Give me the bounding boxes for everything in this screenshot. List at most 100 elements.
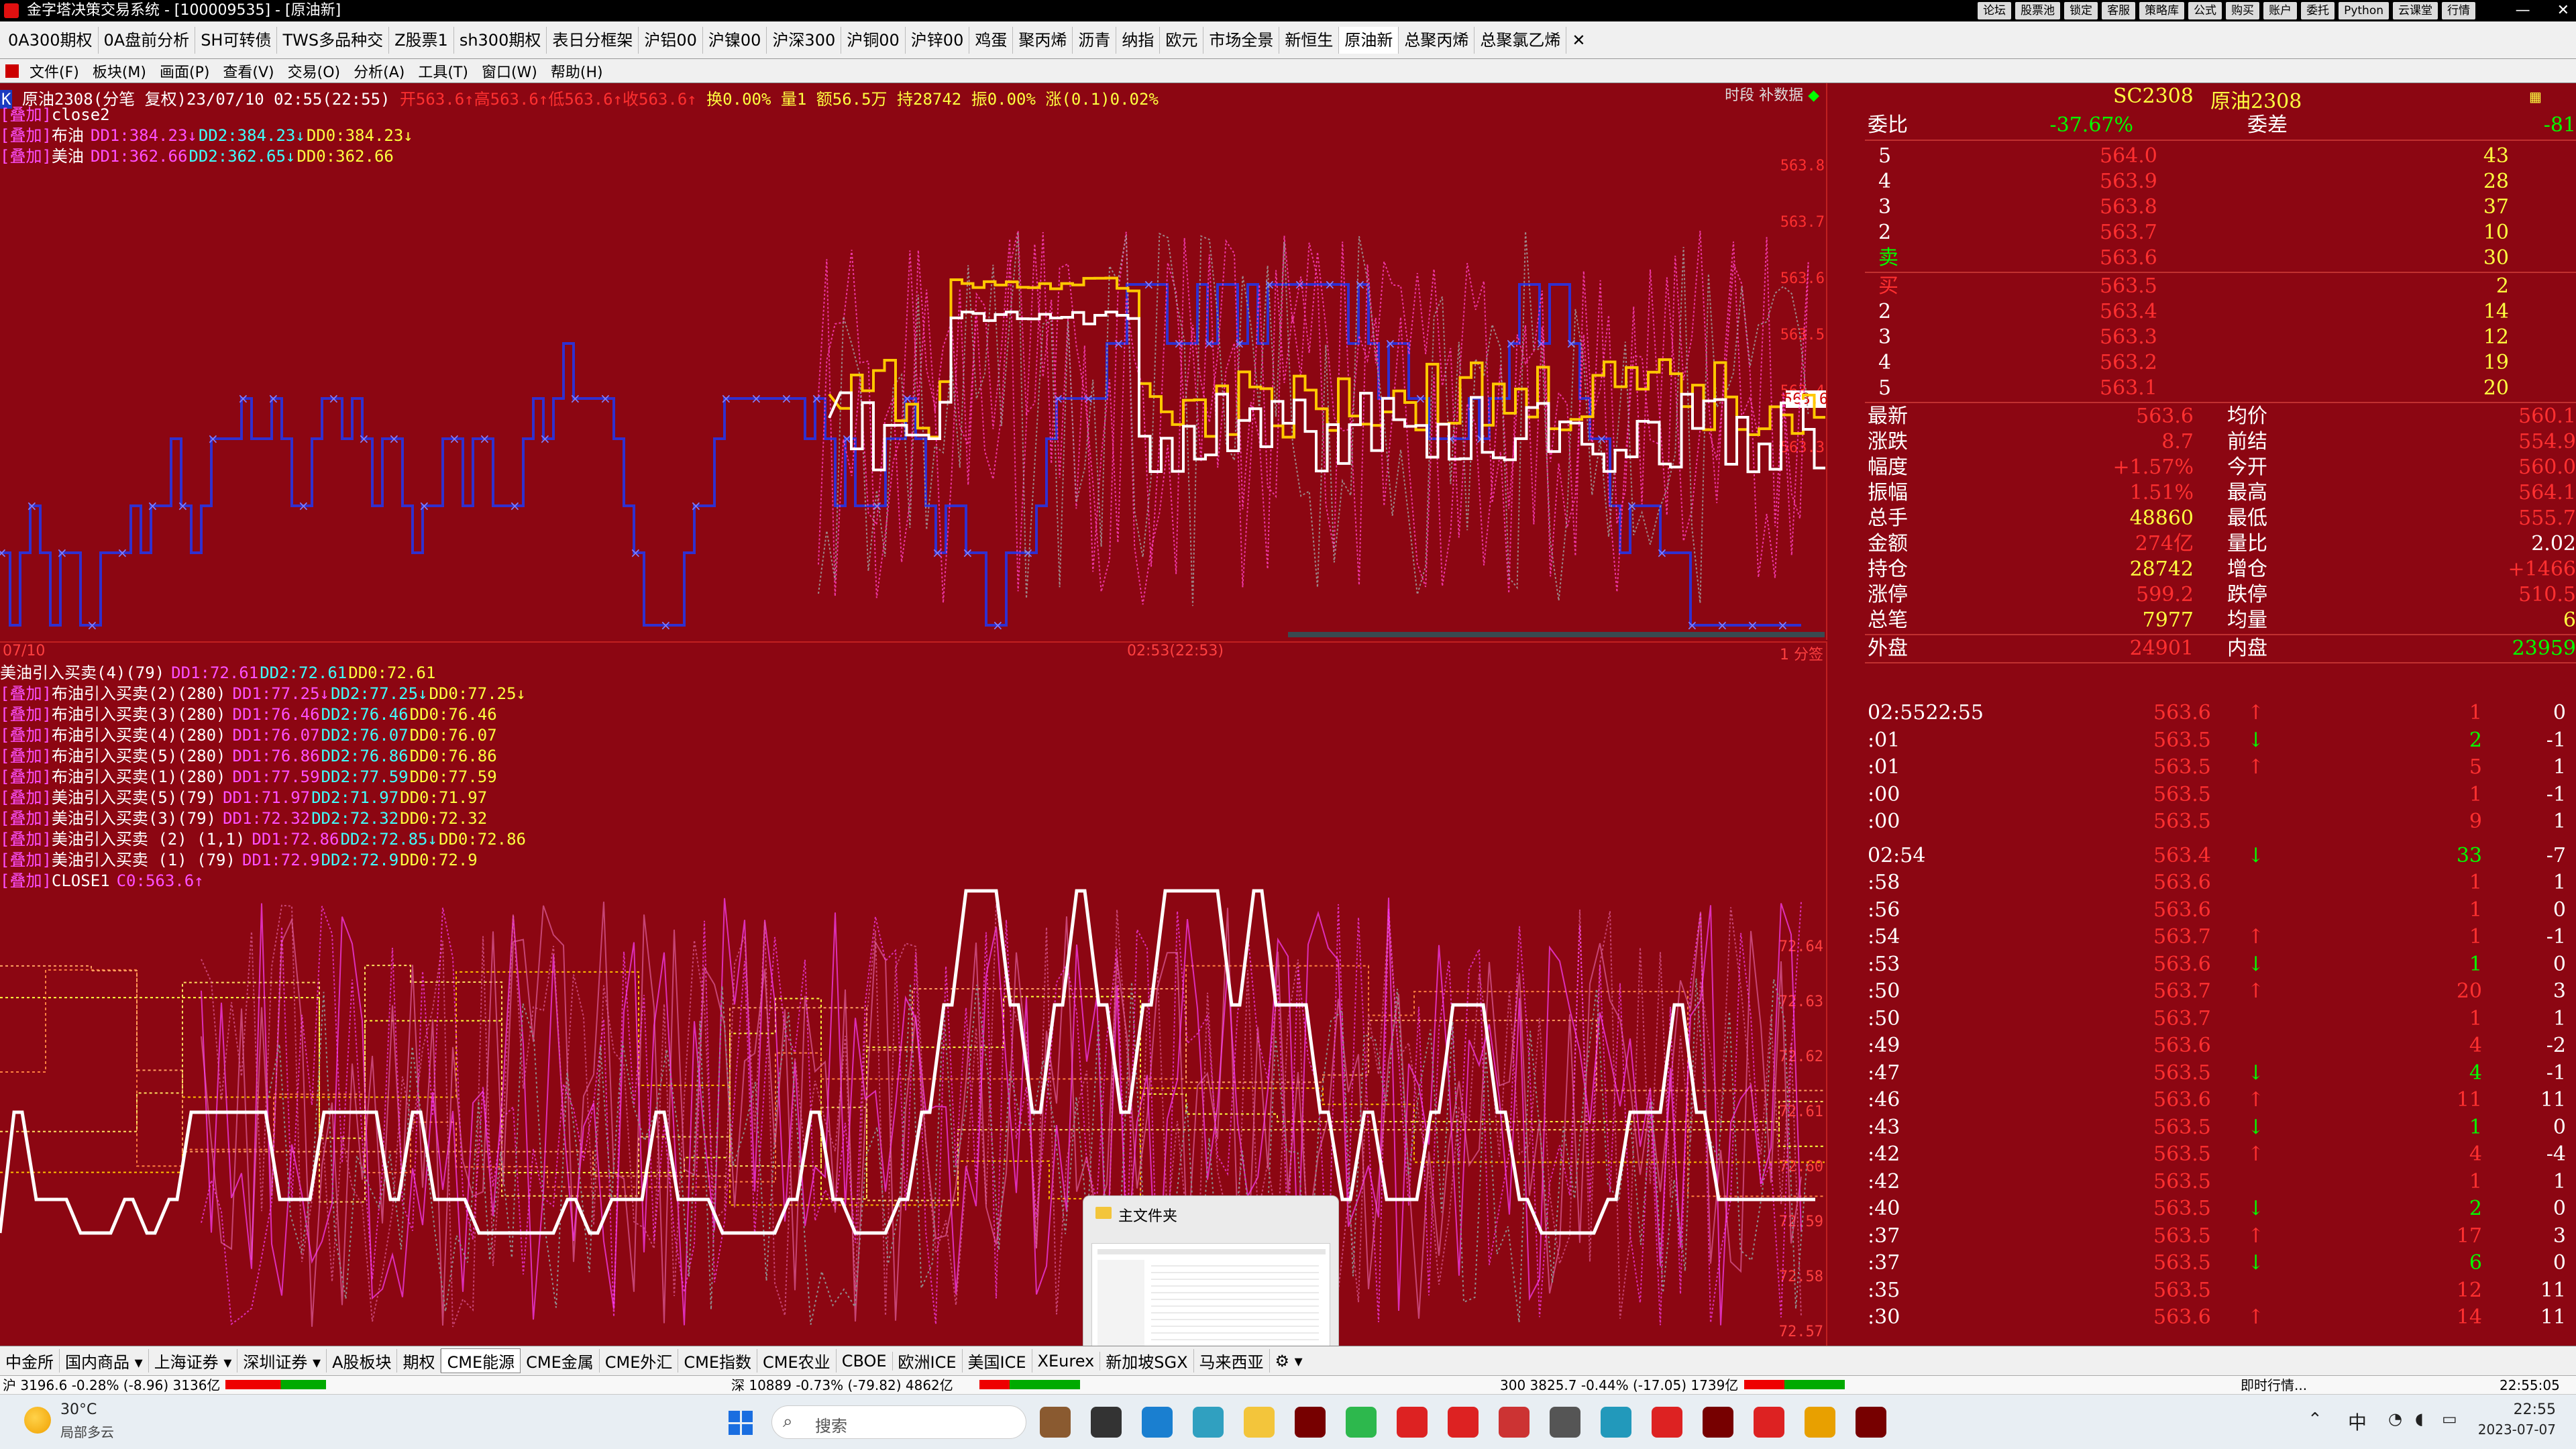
top-button[interactable]: Python — [2339, 2, 2389, 19]
task-view-icon[interactable] — [1091, 1407, 1122, 1438]
market-tab[interactable]: CME农业 — [757, 1349, 837, 1373]
widgets-icon[interactable] — [1040, 1407, 1071, 1438]
workspace-tab[interactable]: 沪锌00 — [906, 26, 970, 54]
tab-settings-icon[interactable]: ⚙ ▾ — [1270, 1352, 1308, 1371]
trader-icon[interactable] — [1703, 1407, 1733, 1438]
workspace-tab[interactable]: 沪铜00 — [841, 26, 906, 54]
menu-item[interactable]: 交易(O) — [281, 60, 347, 82]
top-button[interactable]: 购买 — [2226, 2, 2260, 19]
indicator-chart[interactable]: 07/10 02:53(22:53) 1 分签 美油引入买卖(4)(79) DD1… — [0, 641, 1827, 1346]
menu-item[interactable]: 分析(A) — [347, 60, 411, 82]
chat-icon[interactable] — [1193, 1407, 1224, 1438]
top-button[interactable]: 行情 — [2442, 2, 2475, 19]
market-tab[interactable]: CME金属 — [521, 1349, 600, 1373]
workspace-tab[interactable]: 表日分框架 — [547, 26, 639, 54]
trading-app-icon[interactable] — [1295, 1407, 1326, 1438]
workspace-tab[interactable]: sh300期权 — [454, 26, 547, 54]
trading-app2-icon[interactable] — [1856, 1407, 1886, 1438]
market-tab[interactable]: 美国ICE — [963, 1349, 1032, 1373]
workspace-tab[interactable]: 欧元 — [1160, 26, 1204, 54]
chart-scrollbar[interactable] — [1288, 632, 1825, 637]
menu-item[interactable]: 文件(F) — [23, 60, 86, 82]
market-tab[interactable]: 中金所 — [0, 1349, 60, 1373]
top-button[interactable]: 股票池 — [2015, 2, 2061, 19]
tab-close-icon[interactable]: ✕ — [1566, 27, 1591, 54]
da-icon[interactable] — [1805, 1407, 1835, 1438]
workspace-tab[interactable]: 沪铝00 — [639, 26, 703, 54]
workspace-tab[interactable]: 总聚氯乙烯 — [1474, 26, 1567, 54]
feishu-icon[interactable] — [1601, 1407, 1631, 1438]
top-button[interactable]: 论坛 — [1978, 2, 2012, 19]
top-button[interactable]: 公式 — [2188, 2, 2222, 19]
workspace-tab[interactable]: 聚丙烯 — [1013, 26, 1073, 54]
status-live-label[interactable]: 即时行情... — [2241, 1376, 2307, 1395]
taskbar-time[interactable]: 22:55 — [2489, 1401, 2556, 1418]
workspace-tab[interactable]: Z股票1 — [389, 26, 454, 54]
workspace-tab[interactable]: TWS多品种交 — [277, 26, 390, 54]
start-icon[interactable] — [729, 1411, 753, 1435]
market-tab[interactable]: CME能源 — [441, 1348, 521, 1373]
taskbar-date[interactable]: 2023-07-07 — [2475, 1421, 2556, 1438]
market-tab[interactable]: 国内商品 ▾ — [60, 1349, 149, 1373]
volume-icon[interactable]: ◖ — [2415, 1409, 2424, 1428]
pdf-icon[interactable] — [1448, 1407, 1479, 1438]
menu-item[interactable]: 工具(T) — [411, 60, 475, 82]
workspace-tab[interactable]: SH可转债 — [195, 26, 278, 54]
top-button[interactable]: 账户 — [2263, 2, 2298, 19]
workspace-tab[interactable]: 沪镍00 — [703, 26, 767, 54]
wifi-icon[interactable]: ◔ — [2388, 1409, 2402, 1428]
workspace-tab[interactable]: 0A300期权 — [3, 26, 99, 54]
stat-value: 560.0 — [2518, 455, 2576, 479]
top-button[interactable]: 锁定 — [2064, 2, 2098, 19]
panel-settings-icon[interactable]: ▦ — [2529, 89, 2542, 105]
top-button[interactable]: 云课堂 — [2393, 2, 2438, 19]
workspace-tab[interactable]: 纳指 — [1116, 26, 1161, 54]
battery-icon[interactable]: ▭ — [2442, 1409, 2457, 1428]
menu-item[interactable]: 帮助(H) — [544, 60, 610, 82]
menu-item[interactable]: 查看(V) — [216, 60, 280, 82]
taskbar-search-box[interactable]: ⌕ 搜索 — [771, 1405, 1026, 1439]
file-explorer-icon[interactable] — [1244, 1407, 1275, 1438]
menu-item[interactable]: 板块(M) — [86, 60, 153, 82]
wps-icon[interactable] — [1397, 1407, 1428, 1438]
index-status-bar: 沪 3196.6 -0.28% (-8.96) 3136亿 深 10889 -0… — [0, 1375, 2576, 1394]
close-icon[interactable]: ✕ — [2557, 0, 2569, 21]
market-tab[interactable]: 深圳证券 ▾ — [237, 1349, 327, 1373]
market-tab[interactable]: CME指数 — [678, 1349, 758, 1373]
workspace-tab[interactable]: 0A盘前分析 — [99, 26, 196, 54]
market-tab[interactable]: XEurex — [1032, 1351, 1101, 1371]
weather-icon[interactable] — [24, 1407, 51, 1434]
main-price-chart[interactable]: K 原油2308(分笔 复权)23/07/10 02:55(22:55) 开56… — [0, 83, 1827, 640]
market-tab[interactable]: A股板块 — [327, 1349, 398, 1373]
workspace-tab[interactable]: 总聚丙烯 — [1399, 26, 1475, 54]
app-menu-icon[interactable] — [5, 64, 19, 78]
top-button[interactable]: 委托 — [2301, 2, 2335, 19]
tray-chevron-icon[interactable]: ⌃ — [2308, 1409, 2322, 1430]
menu-item[interactable]: 窗口(W) — [475, 60, 544, 82]
workspace-tab[interactable]: 原油新 — [1339, 26, 1399, 54]
market-tab[interactable]: 新加坡SGX — [1100, 1349, 1194, 1373]
minimize-icon[interactable]: — — [2516, 0, 2530, 21]
market-tab[interactable]: CBOE — [837, 1351, 893, 1371]
workspace-tab[interactable]: 鸡蛋 — [969, 26, 1014, 54]
red-note-icon[interactable] — [1754, 1407, 1784, 1438]
app-icon[interactable] — [1550, 1407, 1580, 1438]
netease-icon[interactable] — [1652, 1407, 1682, 1438]
window-title: 金字塔决策交易系统 - [100009535] - [原油新] — [27, 2, 341, 19]
ime-indicator[interactable]: 中 — [2348, 1408, 2367, 1435]
red-app-icon[interactable] — [1499, 1407, 1529, 1438]
market-tab[interactable]: 欧洲ICE — [893, 1349, 963, 1373]
market-tab[interactable]: CME外汇 — [600, 1349, 679, 1373]
menu-item[interactable]: 画面(P) — [153, 60, 216, 82]
top-button[interactable]: 客服 — [2102, 2, 2136, 19]
workspace-tab[interactable]: 沥青 — [1073, 26, 1117, 54]
wechat-icon[interactable] — [1346, 1407, 1377, 1438]
workspace-tab[interactable]: 市场全景 — [1203, 26, 1280, 54]
market-tab[interactable]: 马来西亚 — [1194, 1349, 1270, 1373]
market-tab[interactable]: 期权 — [397, 1349, 441, 1373]
edge-icon[interactable] — [1142, 1407, 1173, 1438]
workspace-tab[interactable]: 沪深300 — [767, 26, 842, 54]
top-button[interactable]: 策略库 — [2139, 2, 2185, 19]
workspace-tab[interactable]: 新恒生 — [1279, 26, 1340, 54]
market-tab[interactable]: 上海证券 ▾ — [149, 1349, 238, 1373]
